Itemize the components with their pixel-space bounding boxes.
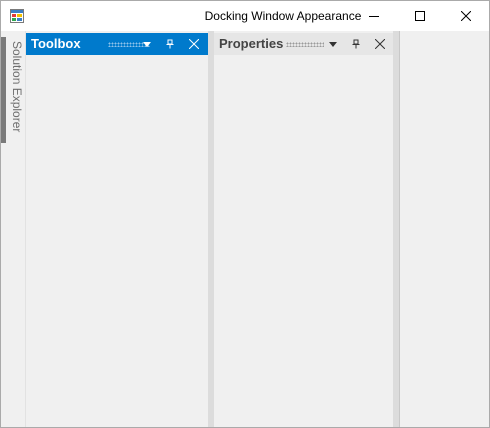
dropdown-arrow-icon: [329, 41, 337, 47]
properties-pin-button[interactable]: [347, 35, 365, 53]
close-icon: [461, 11, 471, 21]
close-icon: [189, 39, 199, 49]
auto-hide-tab-label: Solution Explorer: [10, 41, 24, 133]
main-window: Docking Window Appearance Solution Explo…: [0, 0, 490, 428]
maximize-button[interactable]: [397, 1, 443, 31]
dropdown-arrow-icon: [143, 41, 151, 47]
drag-grip[interactable]: [286, 42, 324, 47]
toolbox-options-button[interactable]: [138, 35, 156, 53]
document-area: [400, 31, 489, 427]
toolbox-panel-title: Toolbox: [31, 36, 81, 51]
pin-icon: [166, 39, 174, 49]
properties-panel-header[interactable]: Properties: [214, 33, 393, 55]
properties-close-button[interactable]: [371, 35, 389, 53]
pin-icon: [352, 39, 360, 49]
auto-hide-tab-marker: [1, 37, 6, 143]
toolbox-pin-button[interactable]: [161, 35, 179, 53]
properties-options-button[interactable]: [324, 35, 342, 53]
properties-panel: Properties: [214, 31, 393, 427]
maximize-icon: [415, 11, 425, 21]
toolbox-panel: Toolbox: [26, 31, 208, 427]
auto-hide-tab-solution-explorer[interactable]: Solution Explorer: [1, 37, 25, 143]
properties-panel-title: Properties: [219, 36, 284, 51]
close-window-button[interactable]: [443, 1, 489, 31]
auto-hide-strip-left: Solution Explorer: [1, 31, 26, 427]
toolbox-panel-header[interactable]: Toolbox: [26, 33, 208, 55]
close-icon: [375, 39, 385, 49]
minimize-button[interactable]: [351, 1, 397, 31]
title-bar[interactable]: Docking Window Appearance: [1, 1, 489, 31]
toolbox-close-button[interactable]: [185, 35, 203, 53]
minimize-icon: [369, 16, 379, 17]
panel-splitter[interactable]: [393, 31, 400, 427]
